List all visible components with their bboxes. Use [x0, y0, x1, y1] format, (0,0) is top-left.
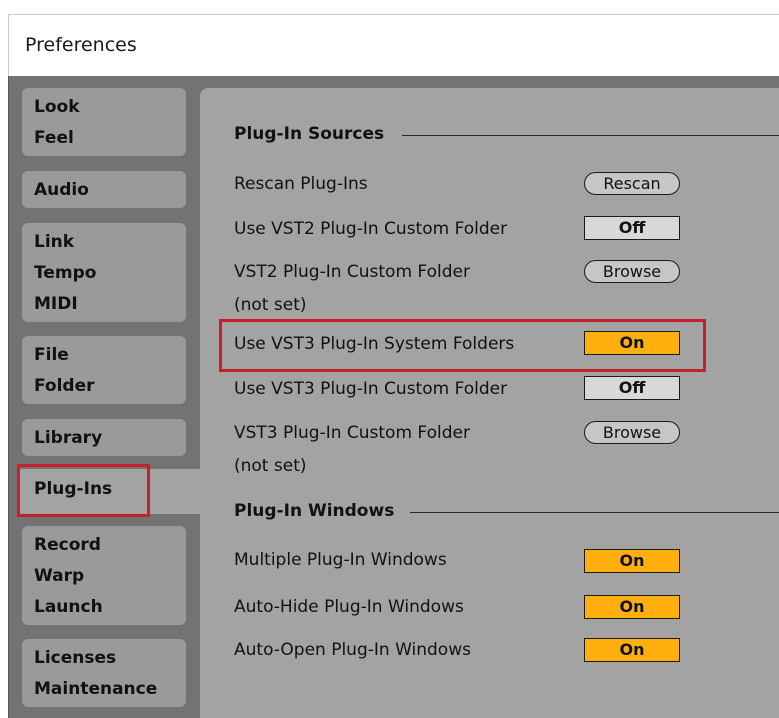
auto-hide-windows-label: Auto-Hide Plug-In Windows: [234, 597, 464, 617]
auto-open-windows-toggle[interactable]: On: [584, 638, 680, 662]
tab-label: Look: [34, 97, 80, 117]
tab-library[interactable]: Library: [22, 419, 186, 456]
tab-label: Warp: [34, 566, 85, 586]
vst3-folder-path: (not set): [234, 456, 307, 476]
vst2-browse-button[interactable]: Browse: [584, 260, 680, 283]
tab-link-tempo-midi[interactable]: Link Tempo MIDI: [22, 223, 186, 322]
tab-audio[interactable]: Audio: [22, 171, 186, 208]
tab-label: File: [34, 345, 69, 365]
tab-label: Launch: [34, 597, 103, 617]
tab-label: MIDI: [34, 294, 78, 314]
tab-label: Licenses: [34, 648, 117, 668]
section-heading: Plug-In Sources: [234, 124, 385, 144]
tab-label: Feel: [34, 128, 74, 148]
multiple-windows-toggle[interactable]: On: [584, 549, 680, 573]
tab-label: Record: [34, 535, 101, 555]
tab-plug-ins[interactable]: Plug-Ins: [17, 469, 207, 514]
tab-label: Tempo: [34, 263, 97, 283]
title-bar: Preferences: [8, 14, 779, 76]
vst2-folder-label: VST2 Plug-In Custom Folder: [234, 262, 470, 282]
preferences-window: Look Feel Audio Link Tempo MIDI File Fol…: [8, 76, 779, 718]
tab-label: Link: [34, 232, 75, 252]
vst3-system-folders-toggle[interactable]: On: [584, 331, 680, 355]
auto-hide-windows-toggle[interactable]: On: [584, 595, 680, 619]
auto-open-windows-label: Auto-Open Plug-In Windows: [234, 640, 471, 660]
tab-licenses-maintenance[interactable]: Licenses Maintenance: [22, 639, 186, 707]
tab-label: Library: [34, 428, 103, 448]
tab-label: Folder: [34, 376, 95, 396]
tab-label: Audio: [34, 180, 89, 200]
vst3-custom-folder-toggle[interactable]: Off: [584, 376, 680, 400]
vst2-folder-path: (not set): [234, 295, 307, 315]
section-plug-in-sources: Plug-In Sources: [234, 124, 779, 144]
tab-record-warp-launch[interactable]: Record Warp Launch: [22, 526, 186, 625]
tab-label: Maintenance: [34, 679, 158, 699]
section-divider: [402, 135, 779, 136]
vst3-folder-label: VST3 Plug-In Custom Folder: [234, 423, 470, 443]
rescan-label: Rescan Plug-Ins: [234, 174, 368, 194]
vst2-custom-folder-toggle-label: Use VST2 Plug-In Custom Folder: [234, 219, 508, 239]
rescan-button[interactable]: Rescan: [584, 172, 680, 195]
tab-look-feel[interactable]: Look Feel: [22, 88, 186, 156]
tab-label: Plug-Ins: [34, 479, 113, 499]
section-plug-in-windows: Plug-In Windows: [234, 501, 779, 521]
vst3-system-folders-label: Use VST3 Plug-In System Folders: [234, 334, 515, 354]
vst2-custom-folder-toggle[interactable]: Off: [584, 216, 680, 240]
section-divider: [410, 512, 779, 513]
multiple-windows-label: Multiple Plug-In Windows: [234, 550, 447, 570]
section-heading: Plug-In Windows: [234, 501, 395, 521]
window-title: Preferences: [25, 34, 137, 56]
vst3-browse-button[interactable]: Browse: [584, 421, 680, 444]
tab-file-folder[interactable]: File Folder: [22, 336, 186, 404]
vst3-custom-folder-toggle-label: Use VST3 Plug-In Custom Folder: [234, 379, 508, 399]
plug-ins-panel: Plug-In Sources Rescan Plug-Ins Rescan U…: [200, 88, 779, 718]
